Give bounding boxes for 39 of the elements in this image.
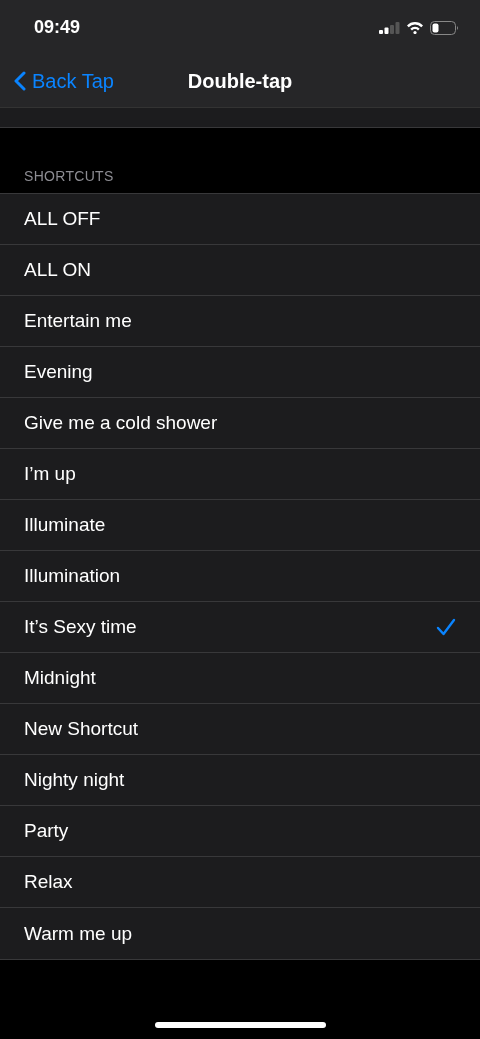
signal-icon <box>379 21 400 34</box>
shortcut-row[interactable]: Evening <box>0 347 480 398</box>
shortcut-label: Illuminate <box>24 514 106 536</box>
shortcut-row[interactable]: Illuminate <box>0 500 480 551</box>
shortcut-row[interactable]: Nighty night <box>0 755 480 806</box>
shortcut-label: New Shortcut <box>24 718 139 740</box>
shortcut-row[interactable]: Midnight <box>0 653 480 704</box>
list-row[interactable] <box>0 108 480 128</box>
section-header: SHORTCUTS <box>23 167 115 186</box>
status-time: 09:49 <box>34 17 81 38</box>
battery-icon <box>430 20 460 35</box>
shortcut-label: Midnight <box>24 667 96 689</box>
shortcut-row[interactable]: Give me a cold shower <box>0 398 480 449</box>
shortcut-row[interactable]: ALL OFF <box>0 194 480 245</box>
shortcut-row[interactable]: Party <box>0 806 480 857</box>
back-chevron-icon <box>14 71 26 91</box>
shortcut-label: It’s Sexy time <box>24 616 137 638</box>
shortcut-label: ALL ON <box>24 259 91 281</box>
back-button[interactable]: Back Tap <box>0 69 114 93</box>
shortcut-label: Relax <box>24 871 73 893</box>
shortcut-label: I’m up <box>24 463 76 485</box>
shortcut-label: Nighty night <box>24 769 125 791</box>
shortcut-row[interactable]: New Shortcut <box>0 704 480 755</box>
shortcut-label: Entertain me <box>24 310 132 332</box>
wifi-icon <box>406 21 424 34</box>
shortcut-row[interactable]: Relax <box>0 857 480 908</box>
screen-title: Double-tap <box>187 69 293 93</box>
shortcut-label: Warm me up <box>24 922 133 945</box>
shortcut-row[interactable]: ALL ON <box>0 245 480 296</box>
shortcut-label: Illumination <box>24 565 121 587</box>
shortcut-row[interactable]: It’s Sexy time <box>0 602 480 653</box>
shortcut-label: Evening <box>24 361 93 383</box>
shortcut-row[interactable]: Entertain me <box>0 296 480 347</box>
shortcut-label: Give me a cold shower <box>24 412 218 434</box>
shortcut-label: Party <box>24 820 69 842</box>
shortcut-row[interactable]: Warm me up <box>0 908 480 959</box>
shortcut-row[interactable]: I’m up <box>0 449 480 500</box>
shortcut-row[interactable]: Illumination <box>0 551 480 602</box>
shortcut-label: ALL OFF <box>24 208 101 230</box>
